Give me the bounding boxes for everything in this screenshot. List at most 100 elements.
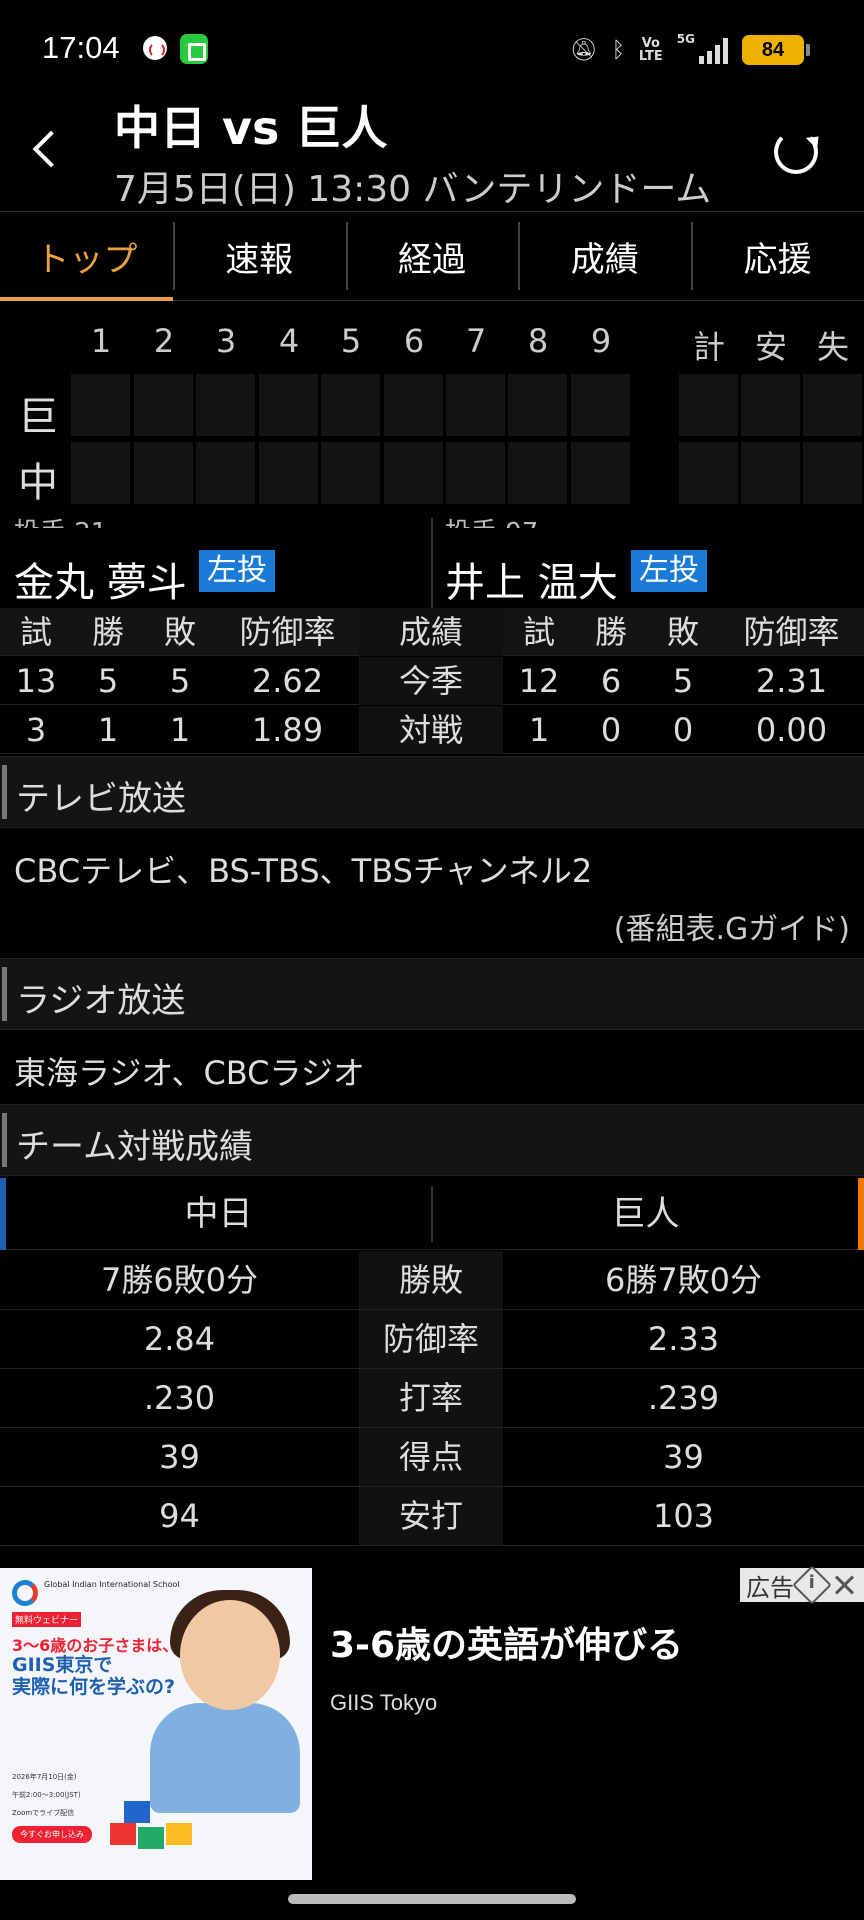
stat-cell: 2.62 [251, 662, 324, 700]
record-label: 防御率 [359, 1310, 503, 1368]
stat-cell: 12 [518, 662, 560, 700]
tab-top[interactable]: トップ [0, 212, 173, 301]
score-cell [571, 442, 630, 504]
system-nav-bar [0, 1880, 864, 1920]
ad-close-icon[interactable] [830, 1571, 858, 1599]
tv-section-header: テレビ放送 [0, 756, 864, 828]
signal-icon [699, 36, 728, 64]
ad-image[interactable]: Global Indian International School 無料ウェビ… [0, 1568, 312, 1880]
record-value-right: 39 [663, 1438, 704, 1476]
back-arrow-icon[interactable] [26, 128, 70, 172]
record-value-left: .230 [143, 1379, 216, 1417]
network-type: 5G [676, 32, 695, 46]
record-label: 打率 [359, 1369, 503, 1427]
battery-icon: 84 [742, 35, 810, 65]
pitcher-stats-row: 13 5 5 2.62 今季 12 6 5 2.31 [0, 657, 864, 705]
stat-cell: 1 [97, 711, 119, 749]
pitcher-stats-row: 3 1 1 1.89 対戦 1 0 0 0.00 [0, 706, 864, 754]
team-name-right: 巨人 [433, 1178, 864, 1250]
refresh-icon[interactable] [774, 130, 818, 174]
team-row-label: 巨 [18, 394, 58, 440]
score-cell [384, 374, 443, 436]
mute-icon: 🔕︎ [569, 37, 598, 63]
stat-cell: 0 [672, 711, 694, 749]
score-cell [508, 374, 567, 436]
radio-section-header: ラジオ放送 [0, 958, 864, 1030]
score-cell [803, 374, 862, 436]
score-cell [446, 442, 505, 504]
school-logo-icon [12, 1580, 38, 1606]
record-value-left: 94 [159, 1497, 200, 1535]
scoreboard: 1 2 3 4 5 6 7 8 9 計 安 失 巨 中 [0, 302, 864, 512]
tab-stats[interactable]: 成績 [518, 212, 691, 300]
score-cell [384, 442, 443, 504]
score-cell [741, 374, 800, 436]
status-bar: 17:04 🔕︎ ᛒ Vo LTE 5G 84 [0, 0, 864, 100]
record-value-left: 39 [159, 1438, 200, 1476]
record-value-right: 2.33 [647, 1320, 720, 1358]
stat-header: 試 [522, 613, 555, 651]
score-cell [259, 374, 318, 436]
pitcher-name-right[interactable]: 井上 温大 [445, 550, 618, 608]
child-illustration [180, 1600, 280, 1710]
inning-header: 8 [527, 322, 549, 360]
stat-cell: 1 [528, 711, 550, 749]
ad-image-cta: 今すぐお申し込み [12, 1826, 92, 1843]
game-title: 中日 vs 巨人 [114, 101, 388, 155]
pitcher-hand-badge-right: 左投 [631, 550, 707, 592]
inning-header: 7 [465, 322, 487, 360]
pitcher-role-label: 投手 21 [14, 512, 107, 528]
score-cell [741, 442, 800, 504]
record-value-right: .239 [647, 1379, 720, 1417]
stat-row-label: 対戦 [359, 706, 503, 754]
ad-badge: 広告 [740, 1565, 864, 1605]
stat-header: 敗 [666, 613, 699, 651]
stat-header: 成績 [359, 608, 503, 656]
team-record-row: 94 安打 103 [0, 1487, 864, 1546]
gesture-handle[interactable] [288, 1894, 576, 1904]
score-cell [196, 442, 255, 504]
score-cell [134, 374, 193, 436]
inning-header: 2 [153, 322, 175, 360]
score-cell [321, 442, 380, 504]
tab-cheer[interactable]: 応援 [691, 212, 864, 300]
score-cell [71, 442, 130, 504]
record-value-right: 103 [652, 1497, 715, 1535]
stat-header: 勝 [594, 613, 627, 651]
pitcher-stats-table: 試 勝 敗 防御率 成績 試 勝 敗 防御率 13 5 5 2.62 今季 12… [0, 608, 864, 754]
tv-guide-link[interactable]: (番組表.Gガイド) [614, 904, 850, 948]
stat-cell: 0.00 [755, 711, 828, 749]
record-label: 安打 [359, 1487, 503, 1545]
score-cell [508, 442, 567, 504]
team-record-row: 39 得点 39 [0, 1428, 864, 1487]
score-cell [803, 442, 862, 504]
score-cell [321, 374, 380, 436]
pitcher-name-left[interactable]: 金丸 夢斗 [14, 550, 187, 608]
stat-cell: 3 [25, 711, 47, 749]
volte-icon: Vo LTE [638, 36, 663, 64]
record-value-left: 7勝6敗0分 [100, 1261, 259, 1299]
game-subtitle: 7月5日(日) 13:30 バンテリンドーム [114, 169, 712, 210]
ad-info-icon[interactable] [792, 1565, 832, 1605]
inning-header: 4 [278, 322, 300, 360]
stat-cell: 6 [600, 662, 622, 700]
score-cell [71, 374, 130, 436]
stat-cell: 2.31 [755, 662, 828, 700]
ad-image-webinar: 無料ウェビナー [12, 1612, 82, 1627]
tab-progress[interactable]: 経過 [345, 212, 519, 300]
ad-banner[interactable]: Global Indian International School 無料ウェビ… [0, 1565, 864, 1880]
ad-advertiser[interactable]: GIIS Tokyo [330, 1690, 437, 1716]
score-cell [196, 374, 255, 436]
tab-live[interactable]: 速報 [172, 212, 346, 300]
score-cell [259, 442, 318, 504]
inning-header: 5 [340, 322, 362, 360]
bluetooth-icon: ᛒ [611, 37, 625, 63]
inning-header: 9 [590, 322, 612, 360]
ad-title[interactable]: 3-6歳の英語が伸びる [330, 1616, 683, 1668]
stat-cell: 5 [97, 662, 119, 700]
section-title: テレビ放送 [16, 779, 186, 819]
team-record-row: 2.84 防御率 2.33 [0, 1310, 864, 1369]
errors-header: 失 [816, 328, 849, 366]
score-cell [679, 374, 738, 436]
status-time: 17:04 [42, 30, 120, 65]
